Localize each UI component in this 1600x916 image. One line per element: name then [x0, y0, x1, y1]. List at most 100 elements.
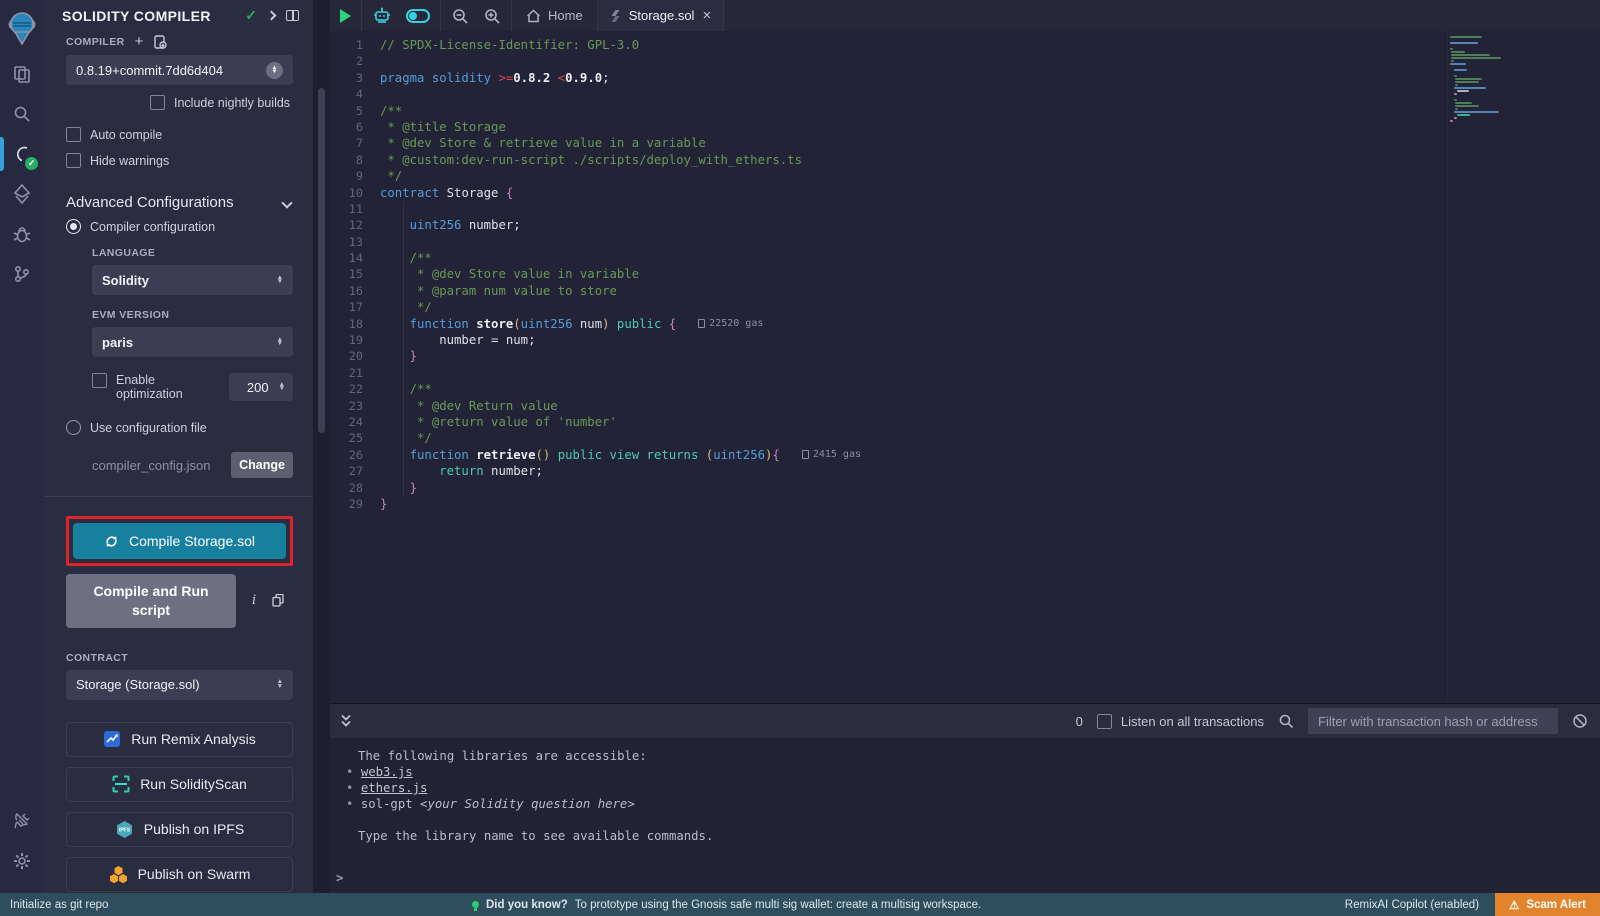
git-init-status[interactable]: Initialize as git repo: [10, 899, 108, 911]
copilot-toggle[interactable]: [406, 9, 430, 23]
code-line[interactable]: 25 */: [330, 430, 1600, 446]
import-compiler-icon[interactable]: [153, 35, 167, 49]
tab-close-icon[interactable]: ×: [702, 8, 711, 23]
terminal-prompt[interactable]: >: [336, 871, 343, 885]
listen-transactions-checkbox[interactable]: [1097, 714, 1112, 729]
contract-select[interactable]: Storage (Storage.sol) ▲▼: [66, 670, 293, 700]
code-line[interactable]: 4: [330, 86, 1600, 102]
run-solidityscan-button[interactable]: Run SolidityScan: [66, 767, 293, 802]
language-select[interactable]: Solidity ▲▼: [92, 265, 293, 295]
code-line[interactable]: 22 /**: [330, 381, 1600, 397]
git-icon[interactable]: [0, 254, 44, 294]
file-explorer-icon[interactable]: [0, 54, 44, 94]
code-line[interactable]: 20 }: [330, 348, 1600, 364]
code-line[interactable]: 5/**: [330, 103, 1600, 119]
config-file-name[interactable]: compiler_config.json: [92, 458, 211, 473]
svg-text:IPFS: IPFS: [119, 827, 131, 833]
settings-gear-icon[interactable]: [0, 841, 44, 881]
terminal-library-link-ethers[interactable]: ethers.js: [361, 781, 428, 795]
panel-layout-icon[interactable]: [286, 10, 299, 21]
code-line[interactable]: 27 return number;: [330, 463, 1600, 479]
minimap[interactable]: [1450, 36, 1538, 123]
chevron-down-icon: [281, 197, 292, 208]
enable-optimization-checkbox[interactable]: [92, 373, 107, 388]
optimization-runs-input[interactable]: 200 ▲▼: [229, 373, 293, 401]
code-line[interactable]: 11: [330, 201, 1600, 217]
compiler-configuration-radio[interactable]: [66, 219, 81, 234]
code-line[interactable]: 13: [330, 234, 1600, 250]
code-line[interactable]: 29}: [330, 496, 1600, 512]
chevron-right-icon[interactable]: [267, 11, 277, 21]
deploy-run-icon[interactable]: [0, 174, 44, 214]
solidity-compiler-icon[interactable]: ✓: [0, 134, 44, 174]
tab-bar: Home Storage.sol ×: [330, 0, 1600, 31]
code-line[interactable]: 19 number = num;: [330, 332, 1600, 348]
evm-version-select[interactable]: paris ▲▼: [92, 327, 293, 357]
collapse-terminal-icon[interactable]: [338, 714, 354, 728]
code-line[interactable]: 8 * @custom:dev-run-script ./scripts/dep…: [330, 152, 1600, 168]
version-stepper-icon: ▲▼: [266, 62, 283, 79]
copilot-status[interactable]: RemixAI Copilot (enabled): [1345, 899, 1479, 911]
play-script-icon[interactable]: [340, 9, 351, 23]
code-line[interactable]: 16 * @param num value to store: [330, 283, 1600, 299]
terminal-search-icon[interactable]: [1278, 713, 1294, 729]
compile-button[interactable]: Compile Storage.sol: [73, 523, 286, 559]
terminal-library-item: ethers.js: [334, 780, 1600, 796]
code-line[interactable]: 18 function store(uint256 num) public {2…: [330, 316, 1600, 332]
tab-storage-sol[interactable]: Storage.sol ×: [597, 0, 725, 31]
advanced-configurations-header[interactable]: Advanced Configurations: [66, 194, 293, 211]
use-configuration-file-radio[interactable]: [66, 420, 81, 435]
code-line[interactable]: 14 /**: [330, 250, 1600, 266]
search-icon[interactable]: [0, 94, 44, 134]
change-config-button[interactable]: Change: [231, 452, 293, 478]
terminal-library-link-web3[interactable]: web3.js: [361, 765, 413, 779]
gas-estimate: 2415 gas: [802, 447, 861, 463]
code-line[interactable]: 28 }: [330, 480, 1600, 496]
code-line[interactable]: 26 function retrieve() public view retur…: [330, 447, 1600, 463]
auto-compile-checkbox[interactable]: [66, 127, 81, 142]
filter-transactions-input[interactable]: [1308, 708, 1558, 734]
add-compiler-icon[interactable]: +: [135, 34, 144, 49]
code-line[interactable]: 24 * @return value of 'number': [330, 414, 1600, 430]
transaction-count: 0: [1076, 714, 1083, 729]
publish-on-swarm-button[interactable]: Publish on Swarm: [66, 857, 293, 892]
panel-scrollbar-thumb[interactable]: [318, 88, 325, 433]
info-icon[interactable]: i: [252, 593, 256, 608]
code-line[interactable]: 1// SPDX-License-Identifier: GPL-3.0: [330, 37, 1600, 53]
publish-on-ipfs-button[interactable]: IPFS Publish on IPFS: [66, 812, 293, 847]
code-line[interactable]: 2: [330, 53, 1600, 69]
code-line[interactable]: 12 uint256 number;: [330, 217, 1600, 233]
compiler-version-select[interactable]: 0.8.19+commit.7dd6d404 ▲▼: [66, 55, 293, 85]
zoom-in-icon[interactable]: [483, 7, 501, 25]
copy-icon[interactable]: [272, 594, 284, 607]
terminal-output[interactable]: The following libraries are accessible: …: [330, 738, 1600, 893]
terminal-library-item: sol-gpt <your Solidity question here>: [334, 796, 1600, 812]
run-script-group: [330, 0, 362, 31]
debugger-icon[interactable]: [0, 214, 44, 254]
remix-logo-icon[interactable]: [0, 2, 44, 54]
remixai-robot-icon[interactable]: [372, 6, 392, 26]
code-line[interactable]: 9 */: [330, 168, 1600, 184]
include-nightly-checkbox[interactable]: [150, 95, 165, 110]
code-line[interactable]: 3pragma solidity >=0.8.2 <0.9.0;: [330, 70, 1600, 86]
clear-console-icon[interactable]: [1572, 713, 1588, 729]
scan-icon: [112, 775, 130, 793]
code-line[interactable]: 23 * @dev Return value: [330, 398, 1600, 414]
compile-and-run-button[interactable]: Compile and Run script: [66, 574, 236, 628]
code-line[interactable]: 10contract Storage {: [330, 185, 1600, 201]
run-remix-analysis-button[interactable]: Run Remix Analysis: [66, 722, 293, 757]
code-line[interactable]: 6 * @title Storage: [330, 119, 1600, 135]
plugin-manager-icon[interactable]: [0, 801, 44, 841]
hide-warnings-checkbox[interactable]: [66, 153, 81, 168]
panel-resize-handle[interactable]: [313, 0, 330, 893]
code-line[interactable]: 7 * @dev Store & retrieve value in a var…: [330, 135, 1600, 151]
compiled-check-icon: ✓: [245, 7, 257, 24]
scam-alert-button[interactable]: ⚠ Scam Alert: [1495, 893, 1600, 916]
code-editor[interactable]: 1// SPDX-License-Identifier: GPL-3.023pr…: [330, 31, 1600, 703]
terminal-library-item: web3.js: [334, 764, 1600, 780]
code-line[interactable]: 15 * @dev Store value in variable: [330, 266, 1600, 282]
code-line[interactable]: 17 */: [330, 299, 1600, 315]
tab-home[interactable]: Home: [512, 0, 597, 31]
code-line[interactable]: 21: [330, 365, 1600, 381]
zoom-out-icon[interactable]: [451, 7, 469, 25]
